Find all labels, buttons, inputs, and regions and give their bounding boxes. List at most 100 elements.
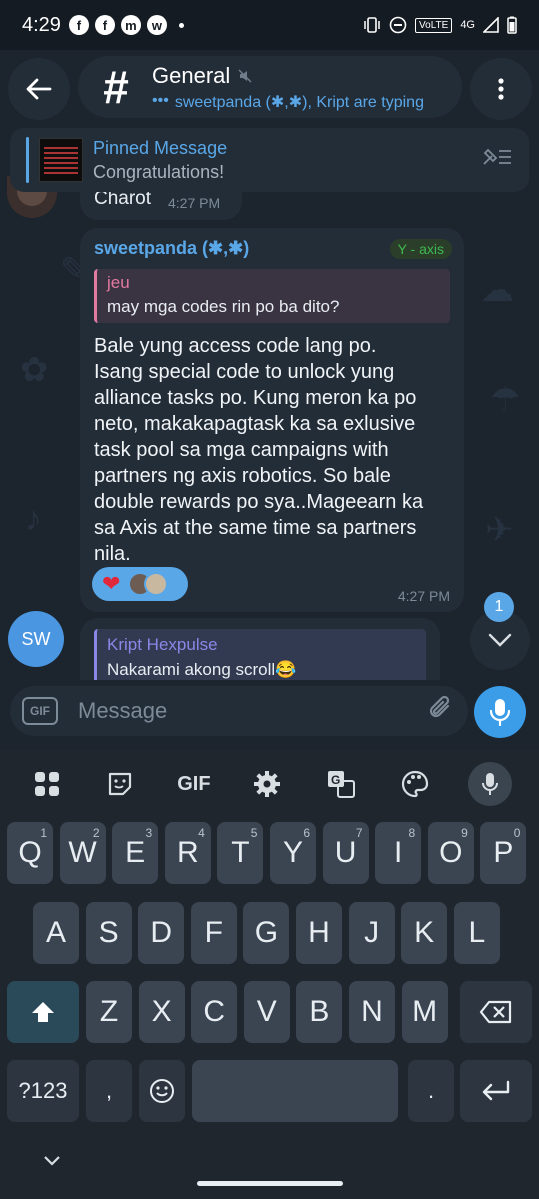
key-r[interactable]: R4 bbox=[164, 822, 211, 884]
backspace-key[interactable] bbox=[460, 981, 532, 1043]
key-a[interactable]: A bbox=[33, 902, 79, 964]
pinned-title: Pinned Message bbox=[93, 137, 228, 158]
keyboard-collapse-icon[interactable] bbox=[44, 1150, 60, 1171]
key-y[interactable]: Y6 bbox=[270, 822, 316, 884]
key-h-label: H bbox=[308, 916, 330, 949]
voice-record-button[interactable] bbox=[474, 686, 526, 738]
enter-key[interactable] bbox=[460, 1060, 532, 1122]
topic-hash-icon: # bbox=[103, 61, 129, 113]
avatar[interactable]: SW bbox=[8, 611, 64, 667]
keyboard-toolbar: GIF G bbox=[0, 762, 539, 806]
key-s[interactable]: S bbox=[85, 902, 132, 964]
gif-button[interactable]: GIF bbox=[22, 697, 58, 725]
key-k[interactable]: K bbox=[401, 902, 448, 964]
pinned-list-icon[interactable] bbox=[481, 146, 513, 174]
sticker-icon[interactable] bbox=[100, 764, 140, 804]
facebook-icon: f bbox=[94, 15, 115, 35]
key-n[interactable]: N bbox=[349, 981, 395, 1043]
reply-text: may mga codes rin po ba dito? bbox=[107, 297, 340, 316]
key-p[interactable]: P0 bbox=[480, 822, 527, 884]
key-d-label: D bbox=[150, 916, 173, 949]
attach-icon[interactable] bbox=[428, 694, 454, 729]
system-status: VoLTE 4G bbox=[363, 16, 517, 34]
key-h[interactable]: H bbox=[296, 902, 342, 964]
period-key[interactable]: . bbox=[408, 1060, 454, 1122]
key-hint-number: 7 bbox=[355, 826, 363, 840]
message-bubble[interactable]: sweetpanda (✱,✱) Y - axis jeu may mga co… bbox=[80, 228, 464, 612]
key-hint-number: 6 bbox=[303, 826, 310, 840]
symbols-key-label: ?123 bbox=[18, 1078, 68, 1103]
reply-text: Nakarami akong scroll😂 bbox=[107, 660, 297, 679]
key-w-label: W bbox=[68, 836, 97, 869]
more-vert-icon bbox=[498, 78, 504, 100]
pinned-message-bar[interactable]: Pinned Message Congratulations! bbox=[10, 128, 529, 192]
translate-icon[interactable]: G bbox=[321, 764, 361, 804]
period-key-label: . bbox=[427, 1078, 435, 1103]
key-u[interactable]: U7 bbox=[322, 822, 369, 884]
key-x[interactable]: X bbox=[138, 981, 185, 1043]
symbols-key[interactable]: ?123 bbox=[7, 1060, 79, 1122]
key-c[interactable]: C bbox=[191, 981, 238, 1043]
comma-key[interactable]: , bbox=[86, 1060, 132, 1122]
apps-grid-icon[interactable] bbox=[27, 764, 67, 804]
key-w[interactable]: W2 bbox=[59, 822, 106, 884]
more-notifications-dot bbox=[178, 22, 184, 28]
avatar bbox=[144, 572, 169, 596]
doodle-icon: ✿ bbox=[20, 351, 49, 389]
chat-header[interactable]: # General ••• sweetpanda (✱,✱), Kript ar… bbox=[78, 56, 462, 118]
mic-icon bbox=[490, 699, 510, 726]
home-indicator[interactable] bbox=[197, 1181, 343, 1186]
message-bubble[interactable]: Kript Hexpulse Nakarami akong scroll😂 bbox=[80, 618, 440, 689]
key-b-label: B bbox=[309, 995, 330, 1028]
key-g[interactable]: G bbox=[243, 902, 290, 964]
message-text: Bale yung access code lang po. Isang spe… bbox=[94, 335, 424, 565]
key-hint-number: 5 bbox=[250, 826, 258, 840]
key-q[interactable]: Q1 bbox=[7, 822, 53, 884]
reaction-chip[interactable]: ❤ bbox=[92, 567, 188, 601]
chat-header-text: General ••• sweetpanda (✱,✱), Kript are … bbox=[152, 63, 424, 112]
keyboard bbox=[0, 750, 539, 1199]
unread-count-badge: 1 bbox=[484, 592, 514, 622]
key-x-label: X bbox=[151, 995, 172, 1028]
emoji-key[interactable] bbox=[139, 1060, 185, 1122]
key-d[interactable]: D bbox=[138, 902, 185, 964]
theme-palette-icon[interactable] bbox=[395, 764, 435, 804]
vibrate-icon bbox=[364, 17, 380, 33]
message-input[interactable] bbox=[78, 698, 378, 724]
pinned-thumbnail bbox=[39, 138, 83, 182]
key-y-label: Y bbox=[282, 836, 303, 869]
key-m[interactable]: M bbox=[401, 981, 448, 1043]
key-z-label: Z bbox=[99, 995, 119, 1028]
doodle-icon: ☁ bbox=[480, 271, 514, 309]
signal-icon bbox=[483, 17, 499, 33]
more-options-button[interactable] bbox=[470, 58, 532, 120]
comma-key-label: , bbox=[105, 1078, 113, 1103]
back-button[interactable] bbox=[8, 58, 70, 120]
keyboard-mic-button[interactable] bbox=[468, 762, 513, 806]
key-t[interactable]: T5 bbox=[217, 822, 264, 884]
key-b[interactable]: B bbox=[296, 981, 343, 1043]
key-e[interactable]: E3 bbox=[112, 822, 159, 884]
emoji-icon bbox=[150, 1079, 174, 1103]
shift-key[interactable] bbox=[7, 981, 79, 1043]
reactor-avatars bbox=[128, 572, 169, 596]
key-v[interactable]: V bbox=[243, 981, 290, 1043]
facebook-icon: f bbox=[68, 15, 89, 35]
key-m-label: M bbox=[412, 995, 438, 1028]
space-key[interactable] bbox=[192, 1060, 398, 1122]
message-input-container: GIF bbox=[10, 686, 468, 736]
reply-author: jeu bbox=[107, 273, 130, 292]
chat-title: General bbox=[152, 62, 231, 88]
key-z[interactable]: Z bbox=[86, 981, 132, 1043]
key-l[interactable]: L bbox=[453, 902, 500, 964]
key-i[interactable]: I8 bbox=[375, 822, 422, 884]
settings-gear-icon[interactable] bbox=[247, 764, 287, 804]
key-f-label: F bbox=[204, 916, 223, 949]
key-f[interactable]: F bbox=[190, 902, 237, 964]
gif-keyboard-button[interactable]: GIF bbox=[174, 764, 214, 804]
key-j[interactable]: J bbox=[348, 902, 395, 964]
key-o[interactable]: O9 bbox=[427, 822, 474, 884]
status-bar: 4:29 f f m w VoLTE 4G bbox=[0, 0, 539, 50]
reply-quote[interactable]: jeu may mga codes rin po ba dito? bbox=[94, 269, 450, 323]
key-n-label: N bbox=[361, 995, 383, 1028]
